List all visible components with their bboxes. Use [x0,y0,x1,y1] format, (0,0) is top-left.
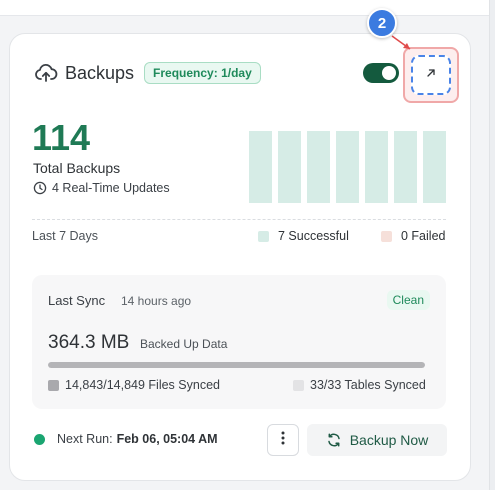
day-bar [365,131,388,203]
total-backups-count: 114 [32,117,91,158]
status-badge: Clean [386,290,430,310]
top-bar [0,0,495,16]
total-backups-label: Total Backups [33,160,121,176]
clock-icon [33,181,47,195]
files-swatch [48,379,59,391]
step-marker: 2 [367,8,397,38]
day-bar [249,131,272,203]
refresh-icon [326,432,342,448]
legend-successful: 7 Successful [258,229,349,243]
next-run-label: Next Run: [57,432,113,446]
daily-backups-bars [249,131,446,203]
cloud-upload-icon [34,61,58,85]
toggle-knob [382,66,396,80]
files-synced: 14,843/14,849 Files Synced [48,378,220,392]
backup-now-label: Backup Now [349,432,429,448]
backed-up-label: Backed Up Data [140,337,228,351]
realtime-updates-label: 4 Real-Time Updates [52,181,170,195]
sync-progress-fill [48,362,425,368]
status-dot [34,433,45,445]
next-run: Next Run: Feb 06, 05:04 AM [34,432,218,446]
more-vertical-icon [281,431,285,450]
expand-arrow-icon [425,66,437,84]
day-bar [278,131,301,203]
backups-card: Backups Frequency: 1/day 2 114 Total Bac… [9,8,471,481]
backup-now-button[interactable]: Backup Now [307,424,447,456]
day-bar [423,131,446,203]
successful-label: 7 Successful [278,229,349,243]
tables-synced-label: 33/33 Tables Synced [310,378,426,392]
last-sync-ago: 14 hours ago [121,294,192,308]
tables-swatch [293,379,304,391]
day-bar [307,131,330,203]
successful-swatch [258,230,269,242]
legend-failed: 0 Failed [381,229,445,243]
last-sync-panel: Last Sync 14 hours ago Clean 364.3 MB Ba… [32,275,446,409]
frequency-badge: Frequency: 1/day [144,62,261,84]
card-title: Backups [65,62,135,83]
period-label: Last 7 Days [32,229,99,243]
card-header: Backups Frequency: 1/day [34,61,261,85]
last-sync-title: Last Sync [48,293,106,308]
expand-button[interactable] [411,55,451,95]
failed-label: 0 Failed [401,229,446,243]
day-bar [336,131,359,203]
annotation-arrow [391,35,411,50]
realtime-updates: 4 Real-Time Updates [33,181,170,195]
day-bar [394,131,417,203]
divider [32,219,446,220]
backups-toggle[interactable] [363,63,399,83]
more-options-button[interactable] [267,424,299,456]
backed-up-size: 364.3 MB [48,332,130,353]
tables-synced: 33/33 Tables Synced [293,378,426,392]
files-synced-label: 14,843/14,849 Files Synced [65,378,220,392]
next-run-value: Feb 06, 05:04 AM [116,432,218,446]
scrollbar[interactable] [489,0,495,490]
failed-swatch [381,230,392,242]
sync-progress-bar [48,362,425,368]
